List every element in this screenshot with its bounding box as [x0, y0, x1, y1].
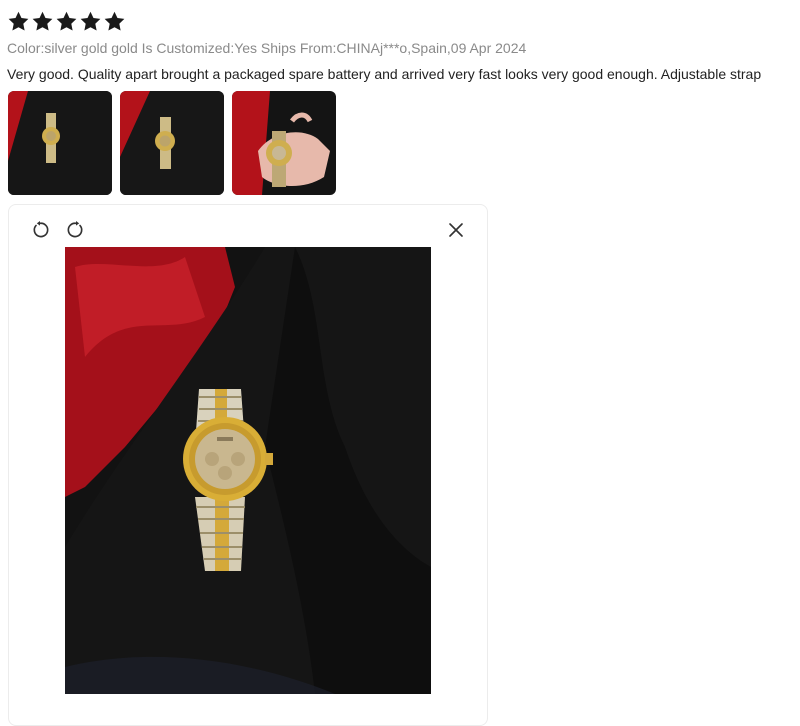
rotate-right-button[interactable]: [65, 219, 87, 241]
review-photo-large: [65, 247, 431, 694]
star-icon: [80, 11, 101, 31]
review-meta: Color:silver gold gold Is Customized:Yes…: [7, 40, 527, 56]
star-icon: [8, 11, 29, 31]
image-viewer: [8, 204, 488, 726]
watch-in-hand-thumbnail: [232, 91, 336, 195]
watch-photo: [65, 247, 431, 694]
rotate-right-icon: [67, 221, 83, 238]
review-thumbnails: [8, 91, 336, 195]
star-icon: [56, 11, 77, 31]
thumbnail-3[interactable]: [232, 91, 336, 195]
watch-photo-thumbnail: [8, 91, 112, 195]
close-icon: [449, 223, 463, 237]
watch-photo-thumbnail: [120, 91, 224, 195]
star-icon: [104, 11, 125, 31]
star-rating: [7, 10, 126, 33]
star-icon: [32, 11, 53, 31]
review-text: Very good. Quality apart brought a packa…: [7, 66, 762, 82]
rotate-left-icon: [33, 221, 49, 238]
close-button[interactable]: [445, 219, 467, 241]
thumbnail-2[interactable]: [120, 91, 224, 195]
thumbnail-1[interactable]: [8, 91, 112, 195]
rotate-left-button[interactable]: [29, 219, 51, 241]
